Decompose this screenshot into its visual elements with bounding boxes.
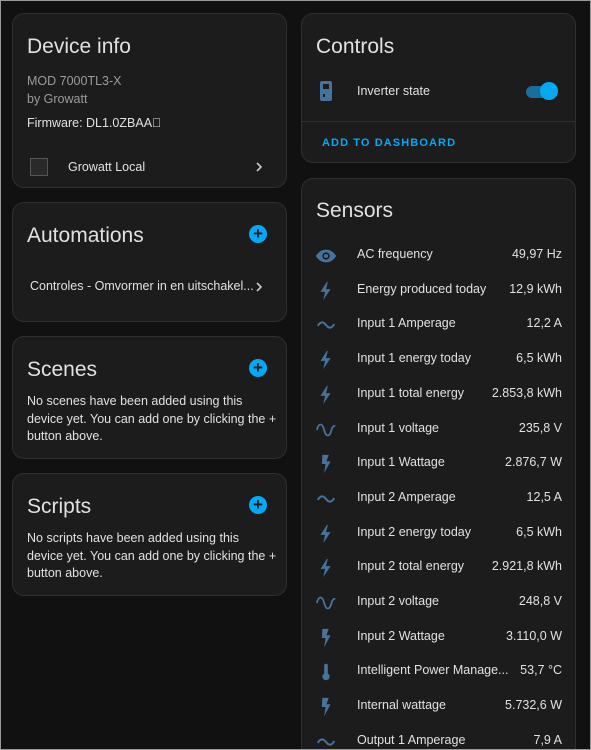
sensor-value: 12,9 kWh [509,281,562,296]
sensor-name: Input 2 Wattage [357,628,445,643]
sensor-row[interactable]: Input 1 voltage 235,8 V [302,412,575,447]
sensor-row[interactable]: Input 2 Amperage 12,5 A [302,481,575,516]
sensor-name: Input 2 energy today [357,524,471,539]
sensor-row[interactable]: Output 1 Amperage 7,9 A [302,724,575,749]
automation-item[interactable]: Controles - Omvormer in en uitschakel... [13,273,286,303]
device-manufacturer: by Growatt [27,92,88,106]
sensor-row[interactable]: Input 2 energy today 6,5 kWh [302,516,575,551]
scripts-empty-text: No scripts have been added using this de… [27,531,277,580]
eye-icon [315,245,337,267]
add-scene-button[interactable]: + [249,359,267,377]
scripts-title: Scripts [27,495,92,518]
flash-icon [315,696,337,718]
sensor-row[interactable]: Input 1 energy today 6,5 kWh [302,342,575,377]
current-ac-icon [315,314,337,336]
add-automation-button[interactable]: + [249,225,267,243]
sensors-card: Sensors AC frequency 49,97 Hz Energy produ… [301,178,576,749]
sensor-row[interactable]: Input 2 total energy 2.921,8 kWh [302,550,575,585]
scenes-empty-text: No scenes have been added using this dev… [27,394,277,443]
sensor-name: Input 1 energy today [357,351,471,366]
sensor-value: 6,5 kWh [516,351,562,366]
sine-wave-icon [315,592,337,614]
lightning-icon [315,523,337,545]
automations-title: Automations [27,224,144,247]
sensor-value: 5.732,6 W [505,698,562,713]
inverter-icon [320,81,332,101]
sensor-name: Input 2 total energy [357,559,465,574]
sensor-value: 3.110,0 W [505,628,562,643]
integration-label: Growatt Local [68,160,146,174]
lightning-icon [315,557,337,579]
sine-wave-icon [315,419,337,441]
sensor-row[interactable]: Input 2 Wattage 3.110,0 W [302,620,575,655]
integration-link[interactable]: Growatt Local [13,149,286,185]
scripts-card: Scripts + No scripts have been added usi… [12,473,287,596]
sensor-value: 49,97 Hz [511,247,562,261]
device-page: Device info MOD 7000TL3-X by Growatt Fir… [0,0,591,750]
sensor-name: Input 2 Amperage [357,489,456,504]
device-info-card: Device info MOD 7000TL3-X by Growatt Fir… [12,13,287,188]
sensor-row[interactable]: Input 1 Amperage 12,2 A [302,307,575,342]
sensor-name: Energy produced today [357,281,487,296]
thermometer-icon [315,661,337,683]
sensor-row[interactable]: Input 2 voltage 248,8 V [302,585,575,620]
sensor-name: Intelligent Power Manage... [357,663,509,678]
sensor-value: 248,8 V [518,594,562,608]
sensor-value: 53,7 °C [520,663,562,678]
sensor-name: Input 1 Wattage [357,455,445,470]
sensors-title: Sensors [316,199,394,222]
sensor-row[interactable]: Input 1 Wattage 2.876,7 W [302,446,575,481]
sensor-value: 2.921,8 kWh [491,559,562,574]
sensor-row[interactable]: Input 1 total energy 2.853,8 kWh [302,377,575,412]
sensor-value: 2.876,7 W [505,455,562,470]
sensor-value: 12,2 A [526,316,562,331]
automation-item-label: Controles - Omvormer in en uitschakel... [30,279,254,293]
divider [302,121,575,122]
sensor-row[interactable]: Energy produced today 12,9 kWh [302,273,575,308]
automations-card: Automations + Controles - Omvormer in en… [12,202,287,322]
sensor-name: Input 1 Amperage [357,316,456,331]
sensor-name: Output 1 Amperage [357,732,466,747]
sensor-name: AC frequency [357,247,433,261]
scenes-title: Scenes [27,358,98,381]
control-row-inverter-state: Inverter state [302,76,575,108]
lightning-icon [315,349,337,371]
toggle-knob [540,82,558,100]
sensor-value: 12,5 A [526,489,562,504]
inverter-state-toggle[interactable] [524,80,560,102]
control-label: Inverter state [357,84,430,98]
lightning-icon [315,280,337,302]
sensor-name: Input 1 voltage [357,420,440,435]
integration-logo [30,158,48,176]
current-ac-icon [315,731,337,749]
chevron-right-icon [256,282,263,292]
flash-icon [315,453,337,475]
add-script-button[interactable]: + [249,496,267,514]
sensor-row[interactable]: Intelligent Power Manage... 53,7 °C [302,654,575,689]
flash-icon [315,627,337,649]
sensor-row[interactable]: Internal wattage 5.732,6 W [302,689,575,724]
sensor-value: 235,8 V [518,420,562,435]
sensor-name: Internal wattage [357,698,446,713]
sensor-value: 7,9 A [533,732,563,747]
sensor-value: 6,5 kWh [516,524,562,539]
sensor-name: Input 1 total energy [357,385,465,400]
device-model: MOD 7000TL3-X [27,74,122,88]
sensor-name: Input 2 voltage [357,594,440,608]
sensor-list: AC frequency 49,97 Hz Energy produced toda… [302,238,575,749]
current-ac-icon [315,488,337,510]
device-info-title: Device info [27,35,131,58]
add-to-dashboard-button[interactable]: ADD TO DASHBOARD [322,137,456,149]
scenes-card: Scenes + No scenes have been added using… [12,336,287,459]
chevron-right-icon [256,162,263,172]
controls-card: Controls Inverter state ADD TO DASHBOARD [301,13,576,163]
lightning-icon [315,384,337,406]
device-firmware: Firmware: DL1.0ZBAA  [27,116,162,130]
controls-title: Controls [316,35,395,58]
sensor-row[interactable]: AC frequency 49,97 Hz [302,238,575,273]
sensor-value: 2.853,8 kWh [491,385,562,400]
